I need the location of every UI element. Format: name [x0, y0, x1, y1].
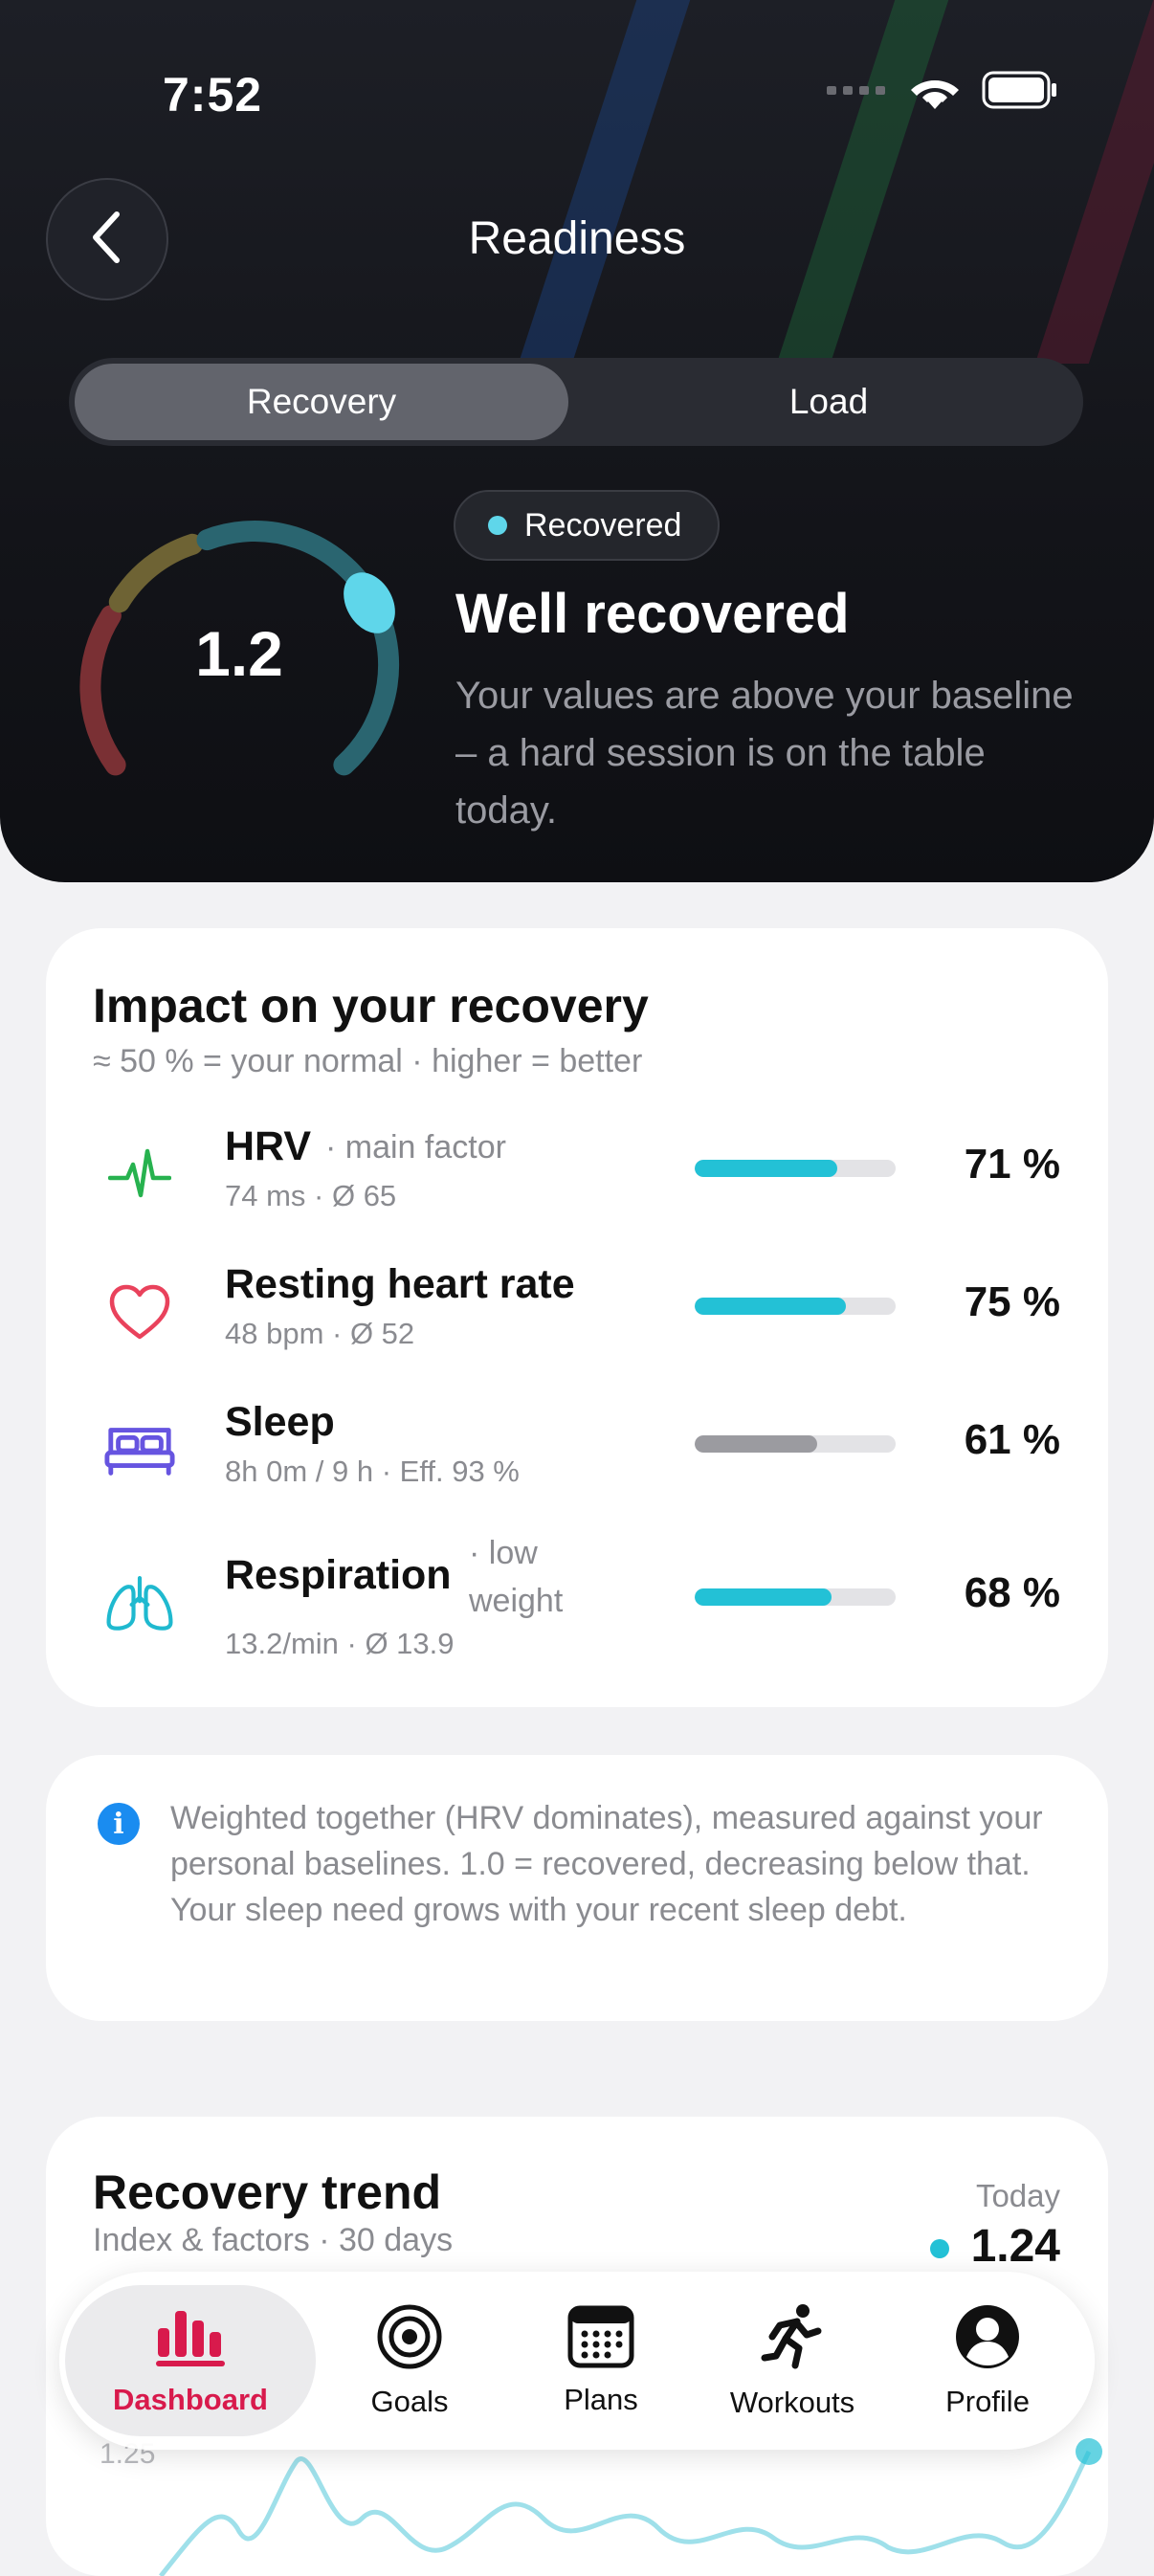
- readiness-score: 1.2: [195, 618, 283, 689]
- status-dot: [488, 516, 507, 535]
- impact-title: Impact on your recovery: [93, 979, 649, 1033]
- factor-percent: 61 %: [964, 1416, 1060, 1463]
- runner-icon: [761, 2302, 824, 2376]
- impact-subtitle: ≈ 50 % = your normal · higher = better: [93, 1043, 643, 1079]
- factor-percent: 68 %: [964, 1569, 1060, 1616]
- status-bar-time: 7:52: [163, 68, 263, 122]
- trend-subtitle: Index & factors · 30 days: [93, 2222, 454, 2258]
- factor-name: HRV: [225, 1123, 312, 1169]
- bar-chart-icon: [154, 2305, 227, 2373]
- factor-detail: 13.2/min · Ø 13.9: [225, 1627, 455, 1660]
- decor-stripe-blue: [518, 0, 703, 364]
- factor-tag-line2: weight: [469, 1583, 564, 1619]
- factor-bar: [695, 1435, 896, 1453]
- tab-profile[interactable]: Profile: [919, 2272, 1056, 2450]
- tab-dashboard[interactable]: Dashboard: [65, 2285, 316, 2436]
- trend-legend-dot: [930, 2239, 949, 2258]
- factor-name: Respiration: [225, 1552, 452, 1598]
- status-heading: Well recovered: [455, 583, 850, 645]
- factor-percent: 75 %: [964, 1278, 1060, 1325]
- status-badge-label: Recovered: [524, 506, 682, 544]
- recovery-load-switch: Recovery Load: [69, 358, 1083, 446]
- trend-today-label: Today: [975, 2178, 1060, 2213]
- factor-bar-fill: [695, 1435, 818, 1453]
- factor-detail: 48 bpm · Ø 52: [225, 1317, 415, 1350]
- factor-name: Resting heart rate: [225, 1261, 575, 1307]
- page-title: Readiness: [468, 213, 686, 264]
- lungs-icon: [103, 1567, 176, 1640]
- impact-card: Impact on your recovery ≈ 50 % = your no…: [46, 928, 1108, 1707]
- factor-name: Sleep: [225, 1399, 335, 1445]
- gauge-segment-yellow: [108, 533, 204, 613]
- factor-bar-fill: [695, 1588, 832, 1606]
- factor-tag: · main factor: [325, 1129, 506, 1166]
- trend-line: [159, 2450, 1092, 2576]
- tab-label: Profile: [945, 2384, 1030, 2418]
- tab-goals[interactable]: Goals: [346, 2272, 473, 2450]
- status-description: Your values are above your baseline – a …: [455, 675, 1074, 832]
- tab-recovery[interactable]: Recovery: [75, 364, 568, 440]
- factor-tag: · low: [469, 1535, 538, 1571]
- trend-today-point: [1076, 2438, 1102, 2465]
- factor-detail: 8h 0m / 9 h · Eff. 93 %: [225, 1455, 520, 1488]
- factor-bar: [695, 1298, 896, 1315]
- info-icon: i: [98, 1803, 140, 1845]
- readiness-hero: 7:52 Readiness Recovery Load 1.2 Recover…: [0, 0, 1154, 882]
- target-icon: [376, 2303, 443, 2375]
- decor-stripe-red: [1034, 0, 1154, 364]
- factor-bar: [695, 1588, 896, 1606]
- tab-label: Goals: [370, 2384, 449, 2418]
- cellular-signal-icon: [827, 83, 888, 101]
- tab-workouts[interactable]: Workouts: [706, 2272, 878, 2450]
- info-text: Weighted together (HRV dominates), measu…: [170, 1800, 1043, 1928]
- tab-label: Dashboard: [113, 2382, 268, 2416]
- heartbeat-icon: [103, 1139, 176, 1211]
- trend-today-value: 1.24: [970, 2221, 1060, 2272]
- trend-title: Recovery trend: [93, 2165, 442, 2219]
- battery-icon: [982, 71, 1058, 114]
- tab-label: Plans: [564, 2382, 638, 2416]
- heart-icon: [103, 1277, 176, 1349]
- calendar-icon: [567, 2305, 634, 2373]
- factor-percent: 71 %: [964, 1141, 1060, 1188]
- status-badge: Recovered: [454, 490, 721, 561]
- factor-bar: [695, 1160, 896, 1177]
- factor-bar-fill: [695, 1160, 838, 1177]
- factor-detail: 74 ms · Ø 65: [225, 1179, 397, 1212]
- profile-icon: [954, 2303, 1021, 2375]
- tab-load[interactable]: Load: [582, 364, 1076, 440]
- bottom-tab-bar: Dashboard Goals Plans Workouts Profile: [59, 2272, 1095, 2450]
- bed-icon: [103, 1414, 176, 1487]
- tab-label: Workouts: [729, 2385, 855, 2419]
- info-card: i Weighted together (HRV dominates), mea…: [46, 1755, 1108, 2021]
- decor-stripe-green: [776, 0, 962, 364]
- wifi-icon: [909, 71, 961, 114]
- factor-bar-fill: [695, 1298, 846, 1315]
- tab-plans[interactable]: Plans: [538, 2272, 664, 2450]
- status-bar-icons: [827, 71, 1058, 114]
